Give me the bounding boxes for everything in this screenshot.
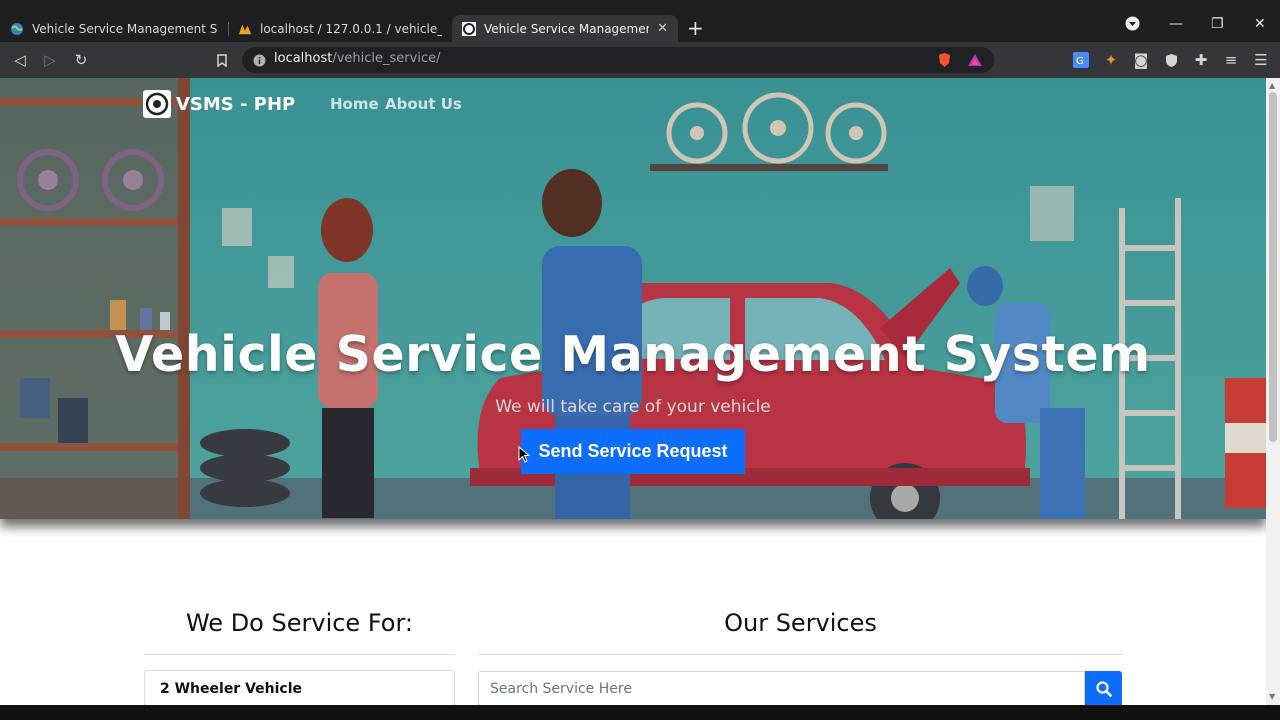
brave-rewards-icon[interactable] <box>966 51 984 69</box>
svg-text:G: G <box>1076 56 1084 67</box>
minimize-icon[interactable]: — <box>1169 16 1183 32</box>
swift-extension-icon[interactable]: ✦ <box>1102 51 1120 69</box>
restore-icon[interactable]: ❐ <box>1211 16 1224 32</box>
brand-name: VSMS - PHP <box>176 93 296 115</box>
globe-icon <box>10 22 24 36</box>
back-icon[interactable]: ◁ <box>11 51 29 69</box>
url-path: /vehicle_service/ <box>332 51 441 66</box>
service-for-title: We Do Service For: <box>185 609 413 637</box>
send-service-request-button[interactable]: Send Service Request <box>521 429 745 474</box>
tab-title: Vehicle Service Management System i <box>32 21 218 36</box>
divider <box>144 654 455 655</box>
tab-title: localhost / 127.0.0.1 / vehicle_service_ <box>260 21 442 36</box>
mouse-cursor-icon <box>518 446 530 463</box>
list-item[interactable]: 2 Wheeler Vehicle <box>160 681 302 697</box>
search-icon <box>1095 681 1112 697</box>
tab-phpmyadmin[interactable]: localhost / 127.0.0.1 / vehicle_service_ <box>228 15 452 42</box>
site-brand[interactable]: VSMS - PHP <box>143 90 295 118</box>
tab-vsms-1[interactable]: Vehicle Service Management System i <box>0 15 228 42</box>
divider <box>478 654 1123 655</box>
url-text: localhost/vehicle_service/ <box>274 51 441 66</box>
media-playlist-icon[interactable]: ≡ <box>1222 51 1240 69</box>
window-bottom-edge <box>0 705 1280 720</box>
hero-banner: VSMS - PHP Home About Us Vehicle Service… <box>0 78 1266 519</box>
close-icon[interactable]: ✕ <box>657 21 668 36</box>
our-services-title: Our Services <box>724 609 877 637</box>
hero-title: Vehicle Service Management System <box>115 326 1151 383</box>
extensions-puzzle-icon[interactable]: ✚ <box>1192 51 1210 69</box>
url-host: localhost <box>274 51 333 66</box>
new-tab-icon[interactable]: + <box>687 17 704 39</box>
page-viewport: VSMS - PHP Home About Us Vehicle Service… <box>0 78 1266 705</box>
phpmyadmin-icon <box>238 22 252 36</box>
scroll-down-icon[interactable]: ▼ <box>1269 692 1275 701</box>
scroll-up-icon[interactable]: ▲ <box>1269 81 1275 90</box>
profile-icon[interactable] <box>1125 16 1140 35</box>
hero-subtitle: We will take care of your vehicle <box>495 397 771 417</box>
nav-about-us[interactable]: About Us <box>385 95 462 113</box>
brave-shield-icon[interactable] <box>935 51 953 69</box>
forward-icon[interactable]: ▷ <box>41 51 59 69</box>
tab-vsms-active[interactable]: Vehicle Service Management Syst ✕ <box>452 15 678 42</box>
bookmark-icon[interactable] <box>213 51 231 69</box>
window-close-icon[interactable]: ✕ <box>1254 16 1266 32</box>
camera-icon[interactable]: ◙ <box>1132 51 1150 69</box>
scrollbar-thumb[interactable] <box>1269 92 1277 442</box>
search-service-input[interactable] <box>478 671 1085 705</box>
browser-menu-icon[interactable]: ☰ <box>1252 51 1270 69</box>
reload-icon[interactable]: ↻ <box>72 51 90 69</box>
site-logo-icon <box>462 21 476 36</box>
vehicle-type-list: 2 Wheeler Vehicle <box>144 670 455 705</box>
brand-logo-icon <box>143 90 171 118</box>
tab-title: Vehicle Service Management Syst <box>484 21 649 36</box>
nav-home[interactable]: Home <box>330 95 379 113</box>
page-scrollbar[interactable]: ▲ ▼ <box>1266 78 1280 705</box>
translate-icon[interactable]: G <box>1072 51 1090 69</box>
search-button[interactable] <box>1085 671 1122 705</box>
shield-extension-icon[interactable] <box>1162 51 1180 69</box>
site-info-icon[interactable] <box>250 51 268 69</box>
browser-tabbar: Vehicle Service Management System i loca… <box>0 0 1280 42</box>
